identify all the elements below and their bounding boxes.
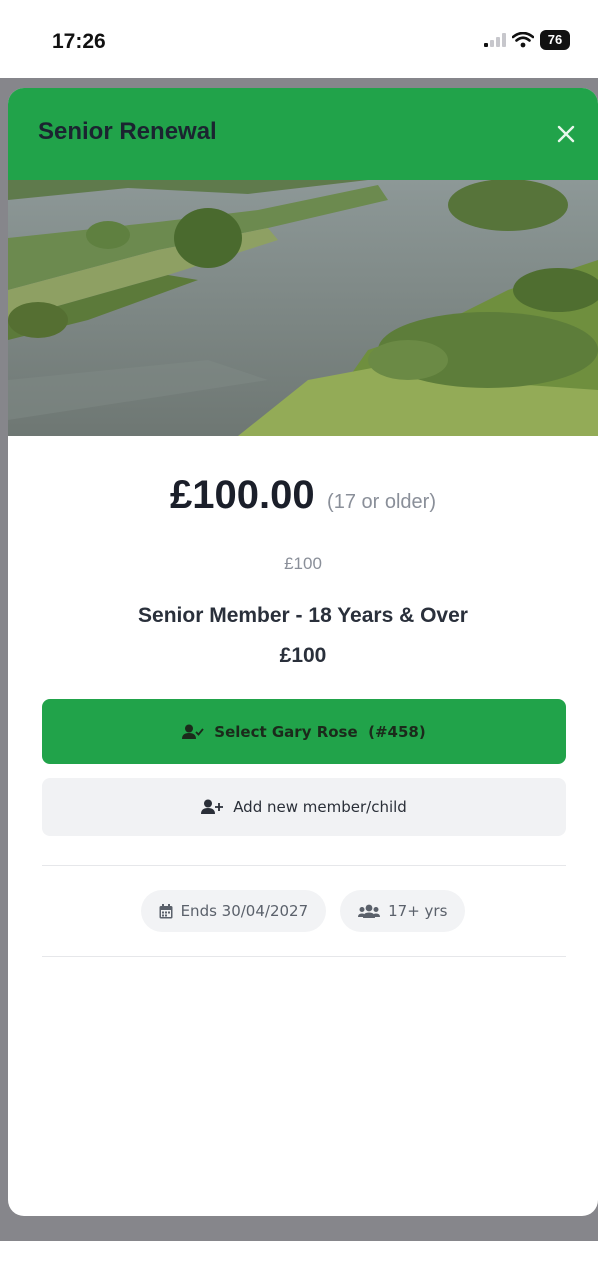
modal-title: Senior Renewal: [38, 118, 217, 145]
signal-icon: [484, 33, 506, 47]
venue-photo: [8, 180, 598, 436]
select-member-button[interactable]: Select Gary Rose (#458): [42, 699, 566, 764]
close-icon: [557, 125, 575, 143]
price-amount: £100.00: [170, 473, 315, 517]
select-member-label: Select Gary Rose (#458): [214, 722, 426, 741]
membership-chips: Ends 30/04/2027 17+ yrs: [8, 890, 598, 932]
status-icons: 76: [484, 30, 570, 50]
calendar-icon: [159, 903, 173, 918]
battery-indicator: 76: [540, 30, 570, 50]
add-member-button[interactable]: Add new member/child: [42, 778, 566, 836]
status-time: 17:26: [52, 30, 106, 53]
user-plus-icon: [201, 799, 224, 814]
age-range-label: 17+ yrs: [388, 902, 448, 920]
user-check-icon: [182, 724, 204, 739]
add-member-label: Add new member/child: [233, 798, 407, 816]
status-bar: 17:26 76: [0, 0, 598, 78]
end-date-label: Ends 30/04/2027: [180, 902, 309, 920]
wifi-icon: [512, 32, 534, 48]
modal-header: Senior Renewal: [8, 88, 598, 180]
price-row: £100.00 (17 or older): [8, 473, 598, 518]
membership-name: Senior Member - 18 Years & Over: [138, 604, 468, 627]
divider-top: [42, 865, 566, 866]
age-range-chip: 17+ yrs: [340, 890, 466, 932]
sub-price: £100: [284, 554, 322, 573]
end-date-chip: Ends 30/04/2027: [140, 890, 327, 932]
close-button[interactable]: [550, 118, 582, 150]
divider-bottom: [42, 956, 566, 957]
membership-price: £100: [279, 644, 327, 667]
membership-modal: Senior Renewal £100.00 (17 or older) £10…: [8, 88, 598, 1216]
users-icon: [358, 904, 381, 918]
price-age-note: (17 or older): [327, 491, 436, 513]
home-indicator-area: [0, 1241, 598, 1285]
